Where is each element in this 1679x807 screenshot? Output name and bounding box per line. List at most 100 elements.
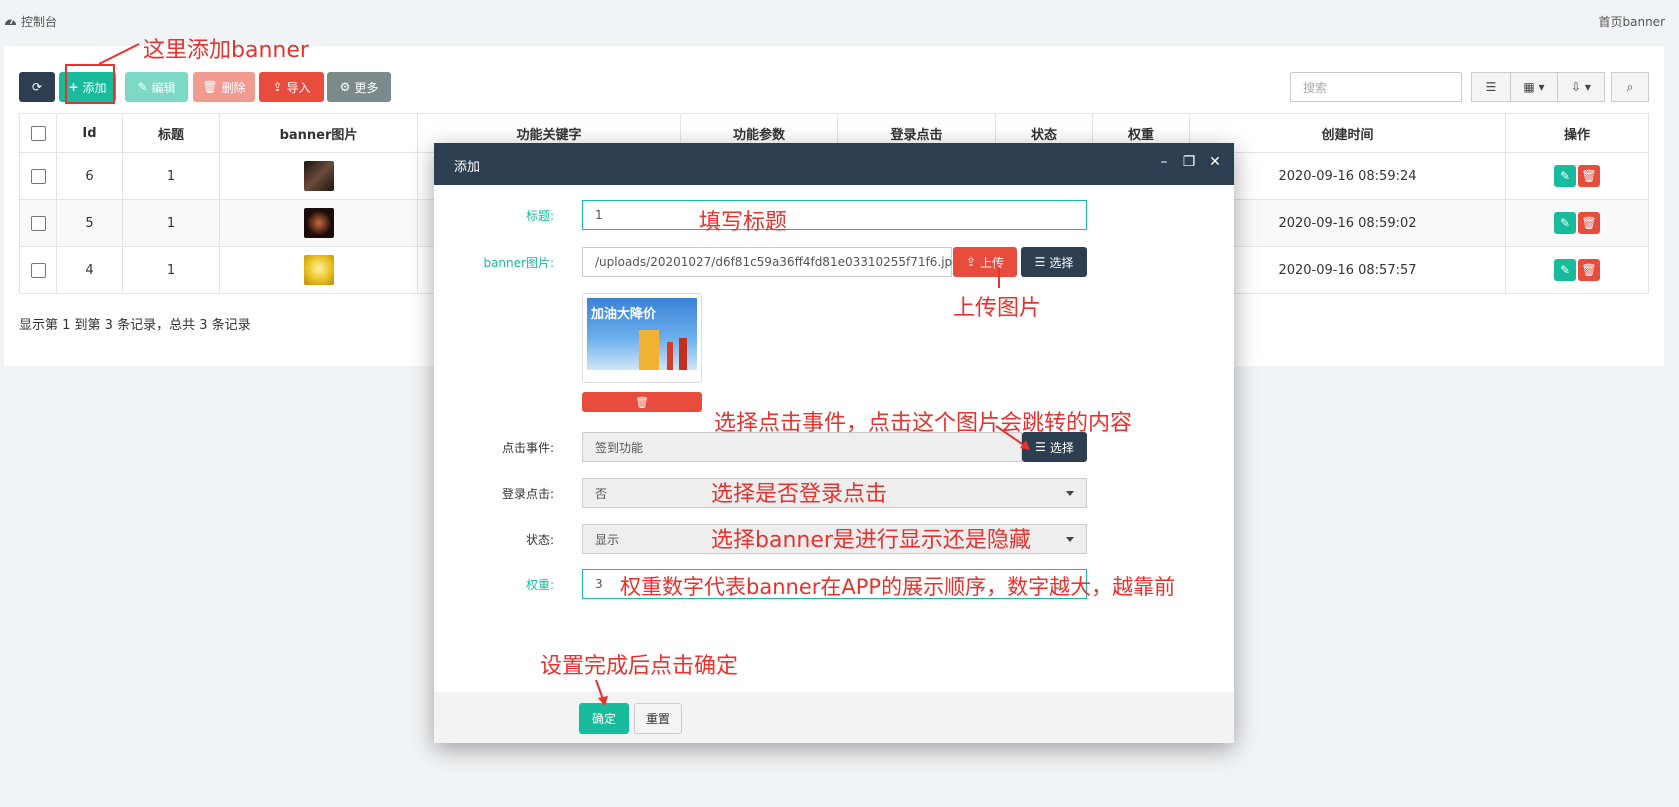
refresh-icon: ⟳ xyxy=(31,80,43,94)
annotation-fill-title: 填写标题 xyxy=(699,210,788,235)
search-button[interactable]: ⌕ xyxy=(1611,72,1649,102)
cell-title: 1 xyxy=(122,246,220,294)
upload-button[interactable]: ⇪ 上传 xyxy=(953,247,1017,277)
row-actions: ✎ 🗑 xyxy=(1505,246,1649,294)
chevron-down-icon xyxy=(1066,491,1074,496)
delete-button[interactable]: 🗑 删除 xyxy=(193,72,255,102)
banner-thumbnail[interactable] xyxy=(303,255,334,285)
select-all-cell[interactable] xyxy=(19,113,57,153)
select-click-label: 选择 xyxy=(1049,440,1074,455)
maximize-icon[interactable]: ❐ xyxy=(1181,154,1197,170)
trash-icon: 🗑 xyxy=(202,80,218,94)
breadcrumb-current[interactable]: 首页banner xyxy=(1599,13,1666,30)
row-edit-button[interactable]: ✎ xyxy=(1554,165,1576,187)
more-button[interactable]: ⚙ 更多 xyxy=(327,72,391,102)
chevron-down-icon xyxy=(1066,537,1074,542)
cell-id: 5 xyxy=(56,199,123,247)
list-icon: ☰ xyxy=(1035,440,1046,454)
row-delete-button[interactable]: 🗑 xyxy=(1578,259,1600,281)
row-checkbox[interactable] xyxy=(30,168,46,184)
list-icon: ☰ xyxy=(1485,80,1497,94)
title-input[interactable]: 1 xyxy=(582,200,1087,230)
search-input[interactable]: 搜索 xyxy=(1290,72,1462,102)
annotation-arrow xyxy=(995,425,1030,450)
more-label: 更多 xyxy=(354,80,379,95)
click-event-label: 点击事件: xyxy=(501,441,554,455)
import-label: 导入 xyxy=(286,80,311,95)
close-icon[interactable]: ✕ xyxy=(1207,154,1223,170)
annotation-add-banner: 这里添加banner xyxy=(143,38,309,63)
refresh-button[interactable]: ⟳ xyxy=(19,72,55,102)
cell-created: 2020-09-16 08:57:57 xyxy=(1189,246,1506,294)
remove-image-button[interactable]: 🗑 xyxy=(582,392,702,412)
preview-caption: 加油大降价 xyxy=(591,307,657,322)
dashboard-icon xyxy=(4,15,17,29)
list-icon: ☰ xyxy=(1034,255,1046,269)
minimize-icon[interactable]: – xyxy=(1156,154,1172,170)
login-click-value: 否 xyxy=(595,486,608,501)
annotation-status: 选择banner是进行显示还是隐藏 xyxy=(711,528,1031,553)
annotation-arrow xyxy=(98,43,140,65)
col-created[interactable]: 创建时间 xyxy=(1189,113,1506,153)
col-title[interactable]: 标题 xyxy=(122,113,220,153)
grid-icon: ▦ ▾ xyxy=(1523,80,1545,94)
col-id[interactable]: Id xyxy=(56,113,123,153)
cell-created: 2020-09-16 08:59:02 xyxy=(1189,199,1506,247)
cell-title: 1 xyxy=(122,199,220,247)
dashboard-crumb[interactable]: 控制台 xyxy=(4,13,57,30)
row-checkbox[interactable] xyxy=(30,215,46,231)
row-delete-button[interactable]: 🗑 xyxy=(1578,165,1600,187)
columns-button[interactable]: ▦ ▾ xyxy=(1510,72,1558,102)
status-value: 显示 xyxy=(595,532,620,547)
select-image-button[interactable]: ☰ 选择 xyxy=(1021,247,1087,277)
cell-id: 6 xyxy=(56,152,123,200)
export-icon: ⇩ ▾ xyxy=(1571,80,1591,94)
search-icon: ⌕ xyxy=(1626,79,1634,94)
dialog-header[interactable]: 添加 – ❐ ✕ xyxy=(434,143,1234,185)
edit-button[interactable]: ✎ 编辑 xyxy=(125,72,188,102)
dialog-footer xyxy=(434,692,1234,743)
annotation-weight: 权重数字代表banner在APP的展示顺序，数字越大，越靠前 xyxy=(620,575,1176,599)
upload-icon: ⇪ xyxy=(965,255,977,269)
row-delete-button[interactable]: 🗑 xyxy=(1578,212,1600,234)
annotation-arrow xyxy=(595,679,608,706)
col-actions: 操作 xyxy=(1505,113,1649,153)
image-path-input[interactable]: /uploads/20201027/d6f81c59a36ff4fd81e033… xyxy=(582,247,960,277)
toggle-view-button[interactable]: ☰ xyxy=(1471,72,1511,102)
import-button[interactable]: ⇪ 导入 xyxy=(259,72,324,102)
image-preview[interactable]: 加油大降价 xyxy=(582,293,702,383)
row-actions: ✎ 🗑 xyxy=(1505,199,1649,247)
weight-label: 权重: xyxy=(525,578,554,592)
annotation-arrow xyxy=(998,268,1000,288)
annotation-click-event: 选择点击事件，点击这个图片会跳转的内容 xyxy=(714,411,1133,436)
dashboard-label: 控制台 xyxy=(21,15,58,29)
col-image[interactable]: banner图片 xyxy=(219,113,418,153)
trash-icon: 🗑 xyxy=(635,395,649,409)
delete-label: 删除 xyxy=(221,80,246,95)
preview-image: 加油大降价 xyxy=(587,298,697,370)
annotation-highlight-box xyxy=(65,64,115,104)
annotation-upload-image: 上传图片 xyxy=(953,296,1042,321)
export-button[interactable]: ⇩ ▾ xyxy=(1557,72,1605,102)
annotation-confirm: 设置完成后点击确定 xyxy=(540,654,739,679)
pagination-info: 显示第 1 到第 3 条记录，总共 3 条记录 xyxy=(19,318,251,333)
row-edit-button[interactable]: ✎ xyxy=(1554,259,1576,281)
cell-id: 4 xyxy=(56,246,123,294)
select-image-label: 选择 xyxy=(1049,255,1074,270)
upload-icon: ⇪ xyxy=(272,80,283,94)
row-edit-button[interactable]: ✎ xyxy=(1554,212,1576,234)
row-checkbox[interactable] xyxy=(30,262,46,278)
cell-created: 2020-09-16 08:59:24 xyxy=(1189,152,1506,200)
status-label: 状态: xyxy=(525,533,554,547)
banner-thumbnail[interactable] xyxy=(303,208,334,238)
pencil-icon: ✎ xyxy=(137,80,148,94)
gear-icon: ⚙ xyxy=(339,80,351,94)
dialog-title: 添加 xyxy=(454,160,481,175)
row-actions: ✎ 🗑 xyxy=(1505,152,1649,200)
edit-label: 编辑 xyxy=(151,80,176,95)
title-label: 标题: xyxy=(525,209,554,223)
select-all-checkbox[interactable] xyxy=(30,125,46,141)
banner-thumbnail[interactable] xyxy=(303,161,334,191)
cell-title: 1 xyxy=(122,152,220,200)
reset-button[interactable]: 重置 xyxy=(634,703,682,734)
